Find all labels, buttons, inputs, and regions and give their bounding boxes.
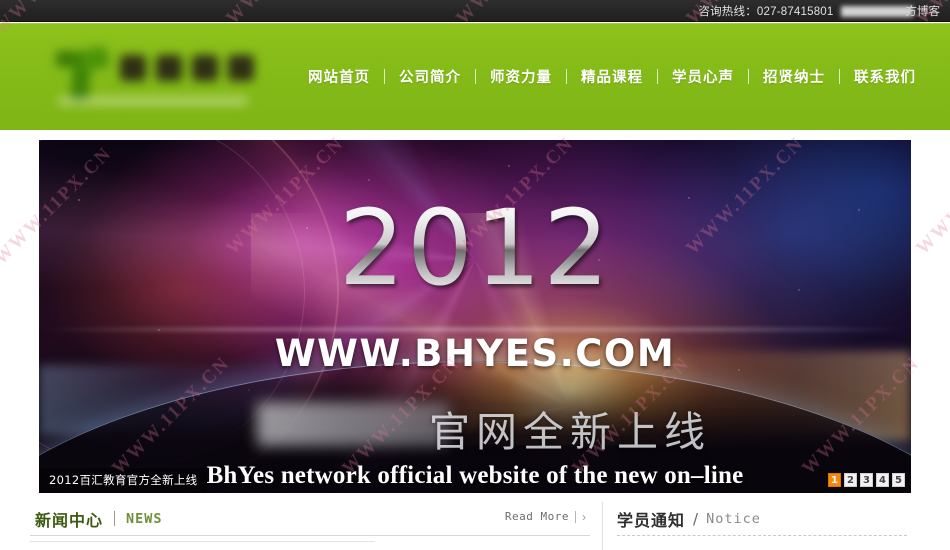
notice-title-separator: / (693, 509, 699, 528)
news-section: 新闻中心 NEWS Read More › (30, 502, 602, 550)
main-navigation: 网站首页 公司简介 师资力量 精品课程 学员心声 招贤纳士 联系我们 (294, 23, 930, 130)
read-more-label: Read More (504, 510, 569, 523)
hotline-text: 咨询热线：027-87415801 (698, 6, 834, 18)
logo-subtitle (58, 97, 248, 105)
topbar-content: 咨询热线：027-87415801 方博客 (698, 0, 940, 22)
banner-frame: 2012 WWW.BHYES.COM 官网全新上线 BhYes network … (30, 131, 920, 502)
banner-url-text: WWW.BHYES.COM (274, 332, 676, 375)
banner-caption: 2012百汇教育官方全新上线 (39, 468, 208, 493)
site-logo[interactable] (48, 41, 258, 111)
nav-item-courses[interactable]: 精品课程 (567, 66, 657, 87)
nav-item-contact[interactable]: 联系我们 (840, 66, 930, 87)
notice-title-cn: 学员通知 (617, 510, 686, 530)
banner-page-2[interactable]: 2 (844, 473, 857, 487)
news-title-cn: 新闻中心 (35, 510, 104, 530)
news-title-separator (114, 511, 116, 526)
banner-headline-cn: 官网全新上线 (429, 408, 711, 456)
nav-item-about[interactable]: 公司简介 (385, 66, 475, 87)
nav-item-home[interactable]: 网站首页 (294, 66, 384, 87)
notice-title-en: Notice (706, 510, 761, 527)
nav-item-careers[interactable]: 招贤纳士 (749, 66, 839, 87)
hero-banner[interactable]: 2012 WWW.BHYES.COM 官网全新上线 BhYes network … (39, 140, 911, 493)
logo-wordmark (120, 55, 254, 81)
notice-section: 学员通知 / Notice (602, 502, 920, 550)
news-divider-secondary (30, 541, 375, 542)
banner-page-1[interactable]: 1 (828, 473, 841, 487)
banner-page-4[interactable]: 4 (876, 473, 889, 487)
news-divider (30, 535, 590, 536)
banner-page-5[interactable]: 5 (892, 473, 905, 487)
read-more-separator (575, 510, 576, 523)
banner-pagination: 1 2 3 4 5 (828, 473, 905, 487)
banner-year-text: 2012 (39, 196, 911, 300)
banner-page-3[interactable]: 3 (860, 473, 873, 487)
page-root: 咨询热线：027-87415801 方博客 网站首页 公司简介 师资力量 精品课… (0, 0, 950, 550)
content-row: 新闻中心 NEWS Read More › 学员通知 / Notice (30, 502, 920, 550)
notice-divider (617, 535, 907, 536)
logo-mark-icon (56, 45, 108, 103)
news-read-more-link[interactable]: Read More › (505, 510, 586, 523)
blurred-link-placeholder[interactable] (840, 5, 913, 17)
notice-section-header: 学员通知 / Notice (617, 502, 920, 535)
nav-item-voices[interactable]: 学员心声 (658, 66, 748, 87)
site-header: 网站首页 公司简介 师资力量 精品课程 学员心声 招贤纳士 联系我们 (0, 23, 950, 130)
nav-item-faculty[interactable]: 师资力量 (476, 66, 566, 87)
news-title-en: NEWS (126, 510, 163, 527)
chevron-right-icon: › (582, 509, 586, 524)
top-utility-bar: 咨询热线：027-87415801 方博客 (0, 0, 950, 22)
